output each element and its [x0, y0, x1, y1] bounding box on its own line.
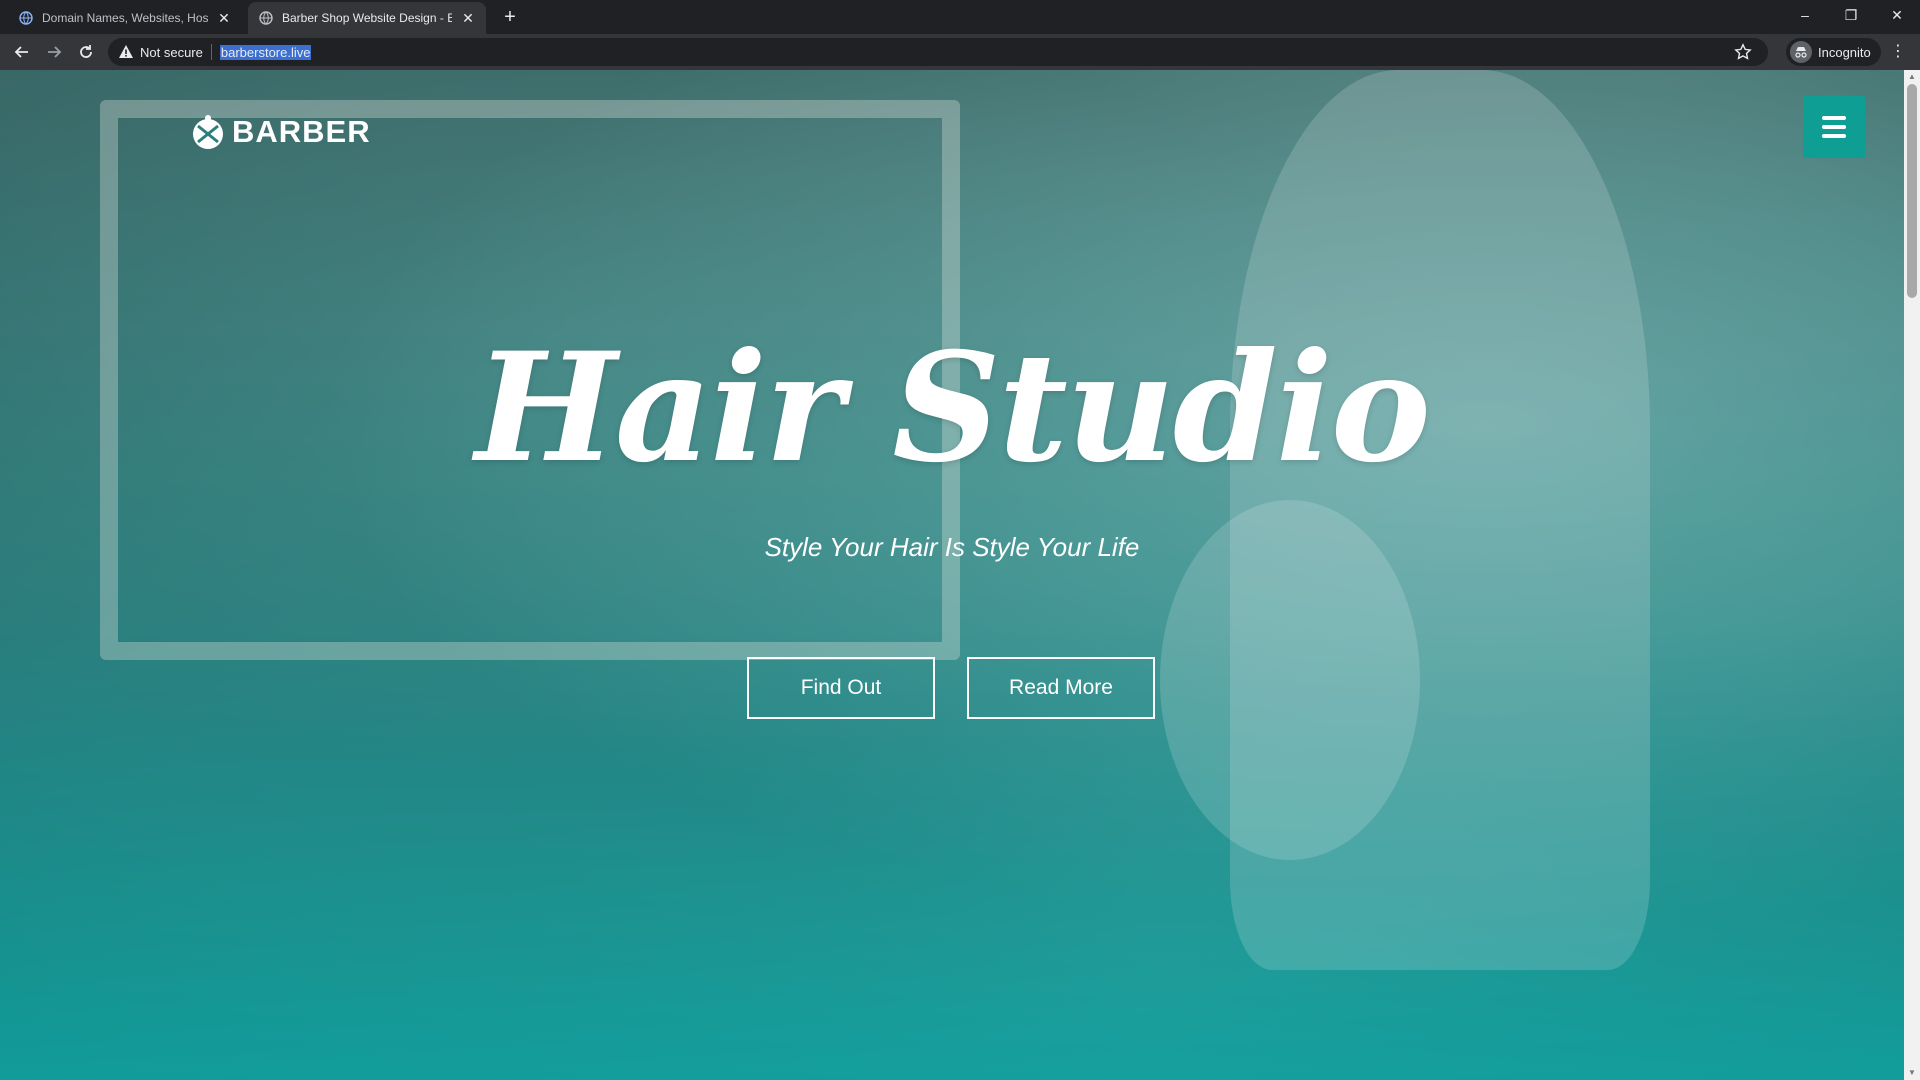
- hamburger-bar: [1822, 134, 1846, 138]
- hamburger-bar: [1822, 125, 1846, 129]
- maximize-button[interactable]: ❐: [1828, 0, 1874, 30]
- globe-icon: [258, 10, 274, 26]
- close-tab-icon[interactable]: ✕: [460, 10, 476, 26]
- brand-name: BARBER: [232, 114, 371, 149]
- page-scrollbar[interactable]: ▲ ▼: [1904, 70, 1920, 1080]
- profile-label: Incognito: [1818, 44, 1871, 60]
- tab-domain-names[interactable]: Domain Names, Websites, Hosti ✕: [8, 2, 242, 34]
- incognito-profile-button[interactable]: Incognito: [1786, 38, 1881, 66]
- hero-title: Hair Studio: [475, 320, 1431, 496]
- incognito-icon: [1790, 41, 1812, 63]
- reload-icon[interactable]: [72, 38, 100, 66]
- security-status[interactable]: Not secure: [140, 45, 203, 60]
- warning-icon[interactable]: [118, 44, 134, 60]
- close-window-button[interactable]: ✕: [1874, 0, 1920, 30]
- hamburger-bar: [1822, 116, 1846, 120]
- barber-logo-icon: [188, 112, 228, 152]
- star-icon[interactable]: [1734, 43, 1752, 61]
- new-tab-button[interactable]: +: [498, 5, 522, 29]
- hero-tagline: Style Your Hair Is Style Your Life: [764, 532, 1140, 562]
- site-logo[interactable]: BARBER: [188, 112, 371, 152]
- browser-toolbar: Not secure barberstore.live: [0, 34, 1920, 70]
- divider: [210, 44, 212, 60]
- read-more-button[interactable]: Read More: [967, 657, 1155, 719]
- tab-strip: Domain Names, Websites, Hosti ✕ Barber S…: [0, 0, 1920, 34]
- browser-menu-button[interactable]: ⋮: [1888, 42, 1908, 62]
- back-arrow-icon[interactable]: [8, 38, 36, 66]
- hamburger-icon[interactable]: [1803, 96, 1865, 158]
- scroll-down-arrow-icon[interactable]: ▼: [1908, 1069, 1916, 1077]
- address-bar[interactable]: Not secure barberstore.live: [108, 38, 1768, 66]
- minimize-button[interactable]: –: [1782, 0, 1828, 30]
- find-out-button[interactable]: Find Out: [747, 657, 935, 719]
- scrollbar-thumb[interactable]: [1907, 84, 1917, 298]
- tab-barber-shop[interactable]: Barber Shop Website Design - E ✕: [248, 2, 486, 34]
- globe-icon: [18, 10, 34, 26]
- close-tab-icon[interactable]: ✕: [216, 10, 232, 26]
- page-viewport: BARBER Hair Studio Style Your Hair Is St…: [0, 70, 1904, 1080]
- tab-title: Domain Names, Websites, Hosti: [42, 11, 208, 25]
- tab-title: Barber Shop Website Design - E: [282, 11, 452, 25]
- forward-arrow-icon[interactable]: [40, 38, 68, 66]
- url-text[interactable]: barberstore.live: [219, 44, 312, 60]
- scroll-up-arrow-icon[interactable]: ▲: [1908, 73, 1916, 81]
